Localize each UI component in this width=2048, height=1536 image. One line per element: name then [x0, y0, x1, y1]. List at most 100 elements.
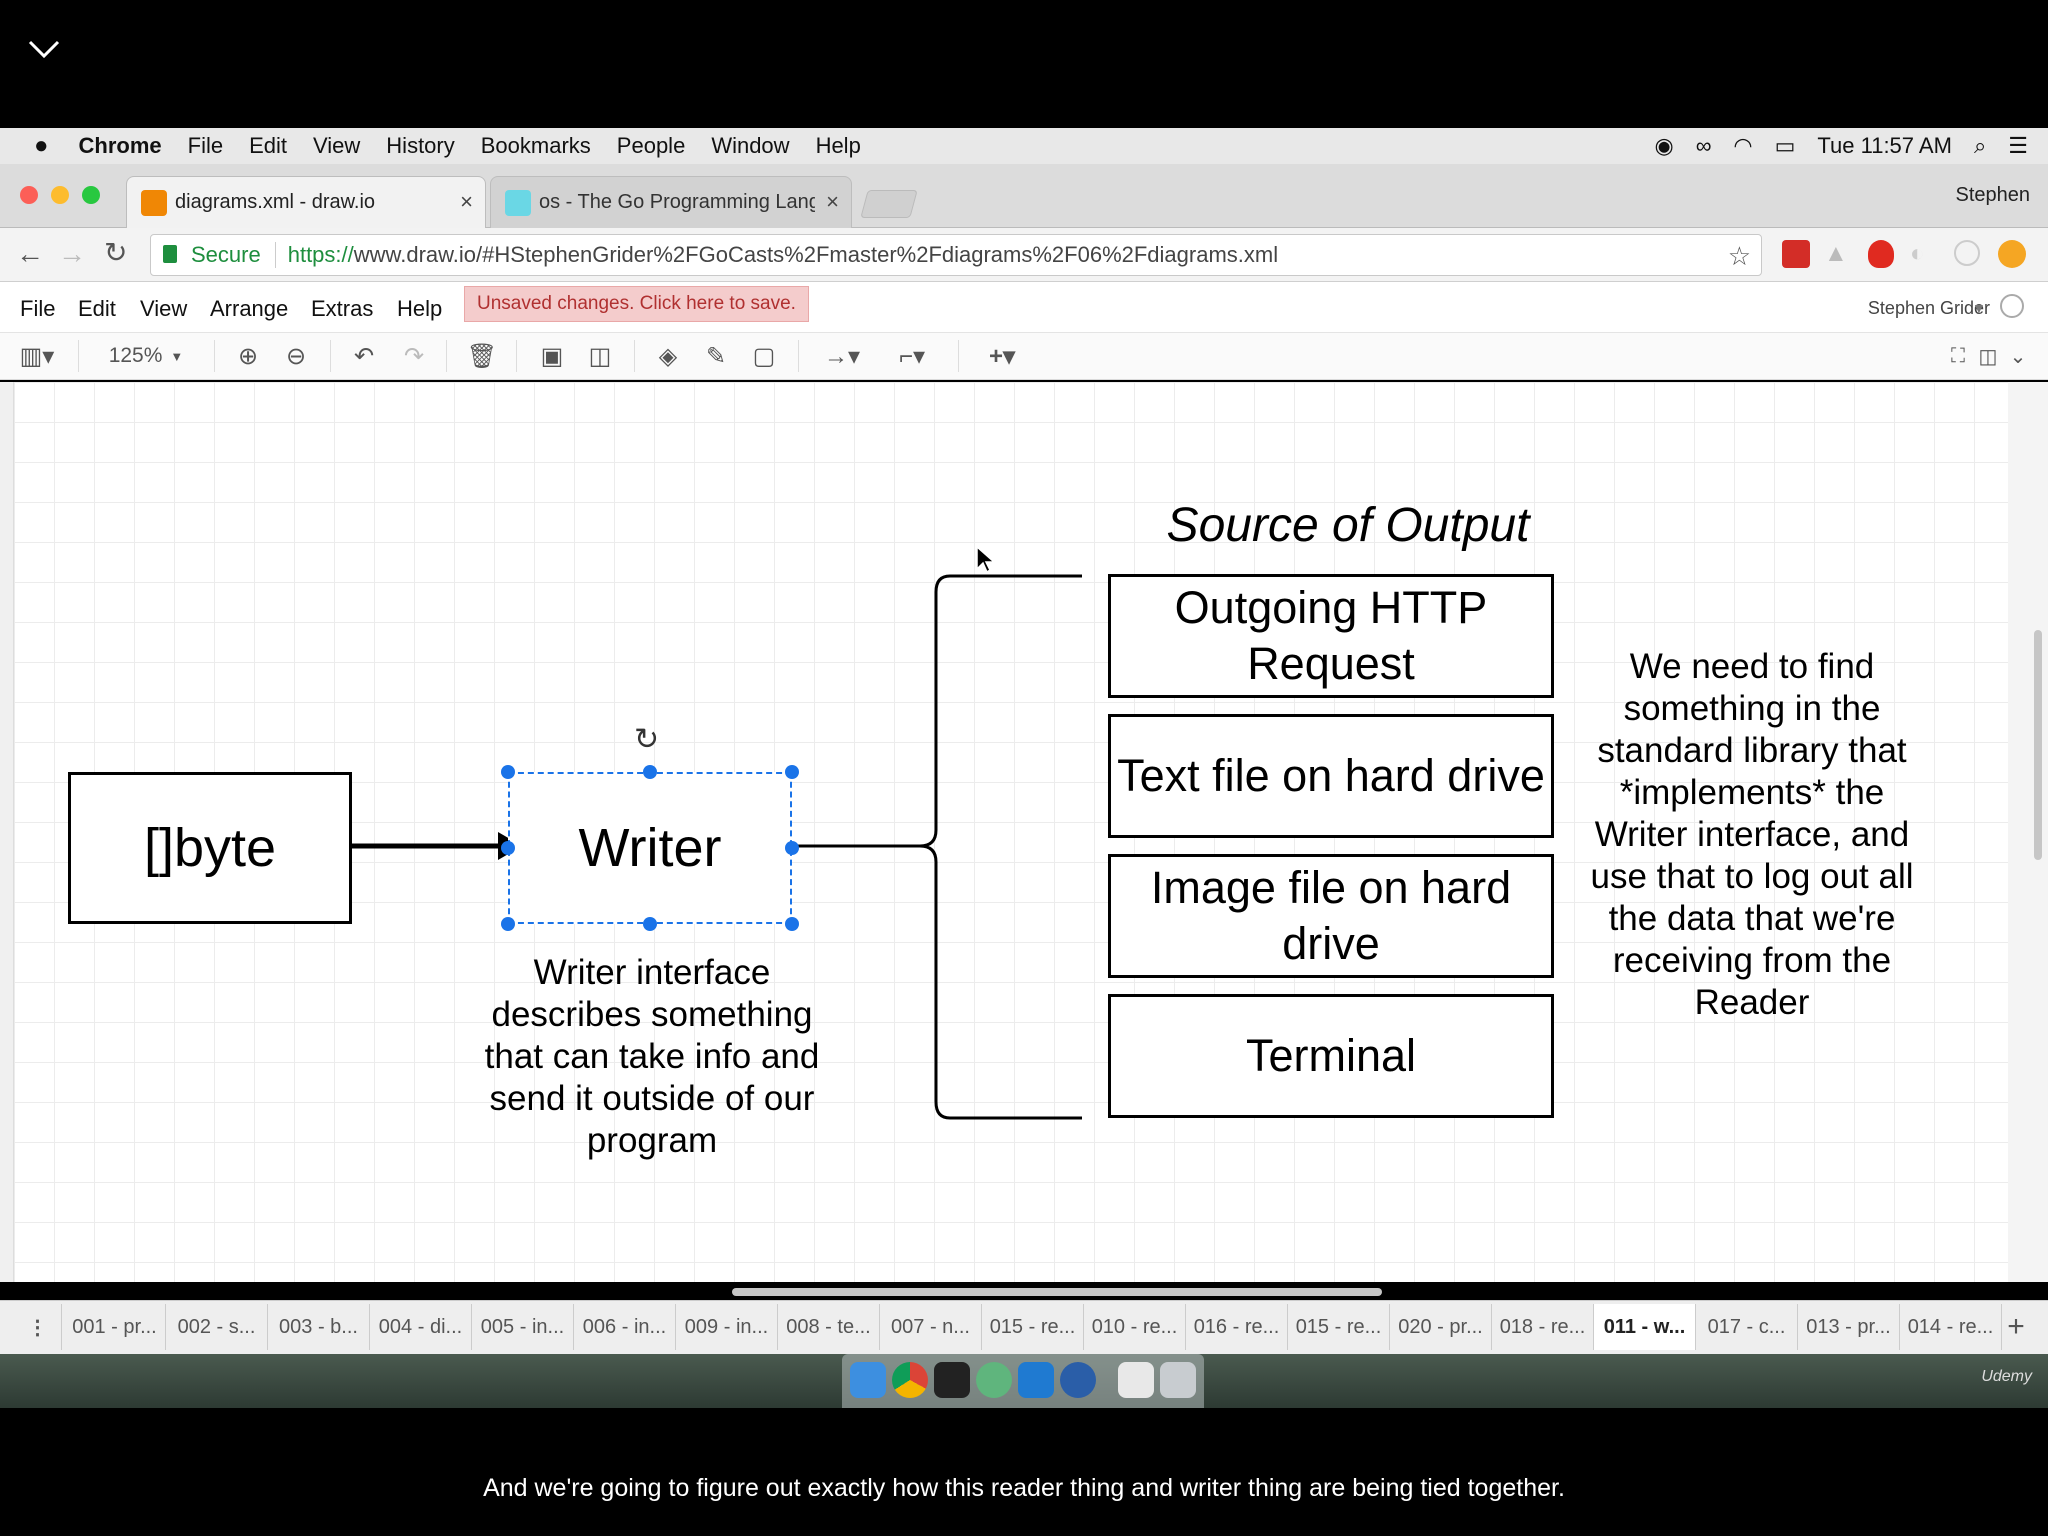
- browser-tab-golang[interactable]: os - The Go Programming Lang ×: [490, 176, 852, 228]
- extension-orange-icon[interactable]: [1998, 240, 2026, 268]
- page-tab[interactable]: 015 - re...: [1288, 1304, 1390, 1350]
- waypoints-icon[interactable]: ⌐▾: [884, 340, 940, 372]
- page-tab[interactable]: 018 - re...: [1492, 1304, 1594, 1350]
- collapse-chevron-icon[interactable]: [24, 28, 64, 68]
- reload-icon[interactable]: ↻: [104, 236, 127, 269]
- page-tab[interactable]: 009 - in...: [676, 1304, 778, 1350]
- page-tab[interactable]: 004 - di...: [370, 1304, 472, 1350]
- sidebar-collapsed[interactable]: [0, 382, 14, 1282]
- back-arrow-icon[interactable]: ←: [16, 238, 44, 270]
- menubar-view[interactable]: View: [313, 133, 360, 159]
- to-front-icon[interactable]: ▣: [534, 340, 570, 372]
- language-globe-icon[interactable]: [2000, 294, 2024, 318]
- vertical-scrollbar[interactable]: [2008, 382, 2048, 1282]
- drawio-menu-edit[interactable]: Edit: [78, 296, 116, 322]
- shadow-icon[interactable]: ▢: [746, 340, 782, 372]
- menubar-file[interactable]: File: [188, 133, 223, 159]
- output-textfile-box[interactable]: Text file on hard drive: [1108, 714, 1554, 838]
- finder-icon[interactable]: [850, 1362, 886, 1398]
- extension-drive-icon[interactable]: ▲: [1824, 240, 1848, 268]
- horizontal-scrollbar-thumb[interactable]: [732, 1288, 1382, 1296]
- browser-tab-drawio[interactable]: diagrams.xml - draw.io ×: [126, 176, 486, 228]
- drawio-menu-file[interactable]: File: [20, 296, 55, 322]
- page-tab[interactable]: 001 - pr...: [64, 1304, 166, 1350]
- vscode-icon[interactable]: [1018, 1362, 1054, 1398]
- drawio-menu-arrange[interactable]: Arrange: [210, 296, 288, 322]
- menubar-clock[interactable]: Tue 11:57 AM: [1817, 133, 1952, 159]
- resize-handle-se[interactable]: [785, 917, 799, 931]
- resize-handle-sw[interactable]: [501, 917, 515, 931]
- extension-pinterest-icon[interactable]: [1954, 240, 1980, 266]
- undo-icon[interactable]: ↶: [346, 340, 382, 372]
- menubar-window[interactable]: Window: [711, 133, 789, 159]
- page-tab[interactable]: 010 - re...: [1084, 1304, 1186, 1350]
- page-tab[interactable]: 002 - s...: [166, 1304, 268, 1350]
- rotate-handle-icon[interactable]: ↻: [634, 722, 659, 757]
- page-tab[interactable]: 011 - w...: [1594, 1304, 1696, 1350]
- format-panel-icon[interactable]: ◫: [1974, 340, 2002, 372]
- documents-icon[interactable]: [1118, 1362, 1154, 1398]
- zoom-select[interactable]: 125% ▼: [96, 340, 196, 372]
- fullscreen-icon[interactable]: ⛶: [1944, 340, 1972, 372]
- pages-menu-icon[interactable]: ⋮: [14, 1304, 62, 1350]
- zoom-in-icon[interactable]: ⊕: [230, 340, 266, 372]
- delete-icon[interactable]: 🗑: [464, 340, 500, 372]
- resize-handle-n[interactable]: [643, 765, 657, 779]
- extension-lastpass-icon[interactable]: [1782, 240, 1810, 268]
- writer-description-text[interactable]: Writer interface describes something tha…: [474, 952, 830, 1162]
- to-back-icon[interactable]: ◫: [582, 340, 618, 372]
- quicktime-icon[interactable]: [1060, 1362, 1096, 1398]
- atom-icon[interactable]: [976, 1362, 1012, 1398]
- connection-style-icon[interactable]: →▾: [814, 340, 870, 372]
- tab-close-icon[interactable]: ×: [826, 189, 839, 215]
- page-tab[interactable]: 007 - n...: [880, 1304, 982, 1350]
- zoom-out-icon[interactable]: ⊖: [278, 340, 314, 372]
- menubar-app-name[interactable]: Chrome: [79, 133, 162, 159]
- page-tab[interactable]: 006 - in...: [574, 1304, 676, 1350]
- chrome-icon[interactable]: [892, 1362, 928, 1398]
- menubar-history[interactable]: History: [386, 133, 454, 159]
- line-color-icon[interactable]: ✎: [698, 340, 734, 372]
- page-tab[interactable]: 017 - c...: [1696, 1304, 1798, 1350]
- vertical-scrollbar-thumb[interactable]: [2034, 630, 2042, 860]
- user-dropdown-icon[interactable]: ▼: [1972, 300, 1986, 316]
- resize-handle-s[interactable]: [643, 917, 657, 931]
- insert-plus-icon[interactable]: +▾: [974, 340, 1030, 372]
- diagram-canvas[interactable]: []byte Writer ↻ Writer interface describ…: [14, 382, 2008, 1282]
- output-http-box[interactable]: Outgoing HTTP Request: [1108, 574, 1554, 698]
- page-tab[interactable]: 013 - pr...: [1798, 1304, 1900, 1350]
- page-tab[interactable]: 005 - in...: [472, 1304, 574, 1350]
- tab-close-icon[interactable]: ×: [460, 189, 473, 215]
- byte-slice-box[interactable]: []byte: [68, 772, 352, 924]
- page-tab[interactable]: 003 - b...: [268, 1304, 370, 1350]
- redo-icon[interactable]: ↷: [396, 340, 432, 372]
- extension-inactive-icon[interactable]: ◐: [1910, 240, 1925, 268]
- resize-handle-nw[interactable]: [501, 765, 515, 779]
- chrome-profile-name[interactable]: Stephen: [1955, 184, 2030, 207]
- output-imagefile-box[interactable]: Image file on hard drive: [1108, 854, 1554, 978]
- extension-ublock-icon[interactable]: [1868, 240, 1894, 268]
- page-tab[interactable]: 015 - re...: [982, 1304, 1084, 1350]
- trash-icon[interactable]: [1160, 1362, 1196, 1398]
- menubar-help[interactable]: Help: [816, 133, 861, 159]
- collapse-toolbar-icon[interactable]: ⌄: [2004, 340, 2032, 372]
- spotlight-search-icon[interactable]: ⌕: [1974, 133, 1986, 159]
- fill-color-icon[interactable]: ◈: [650, 340, 686, 372]
- notification-list-icon[interactable]: ☰: [2008, 133, 2028, 159]
- menubar-bookmarks[interactable]: Bookmarks: [481, 133, 591, 159]
- drawio-menu-extras[interactable]: Extras: [311, 296, 373, 322]
- page-tab[interactable]: 016 - re...: [1186, 1304, 1288, 1350]
- wifi-icon[interactable]: ◠: [1733, 133, 1752, 159]
- zoom-window-icon[interactable]: [82, 186, 100, 204]
- output-terminal-box[interactable]: Terminal: [1108, 994, 1554, 1118]
- close-window-icon[interactable]: [20, 186, 38, 204]
- resize-handle-w[interactable]: [501, 841, 515, 855]
- page-tab[interactable]: 008 - te...: [778, 1304, 880, 1350]
- drawio-menu-help[interactable]: Help: [397, 296, 442, 322]
- implementation-note-text[interactable]: We need to find something in the standar…: [1578, 646, 1926, 1024]
- glasses-icon[interactable]: ∞: [1696, 133, 1712, 159]
- page-tab[interactable]: 014 - re...: [1900, 1304, 2002, 1350]
- battery-icon[interactable]: ▭: [1775, 133, 1796, 159]
- menubar-edit[interactable]: Edit: [249, 133, 287, 159]
- url-input[interactable]: Secure https:// www.draw.io/#HStephenGri…: [150, 234, 1762, 276]
